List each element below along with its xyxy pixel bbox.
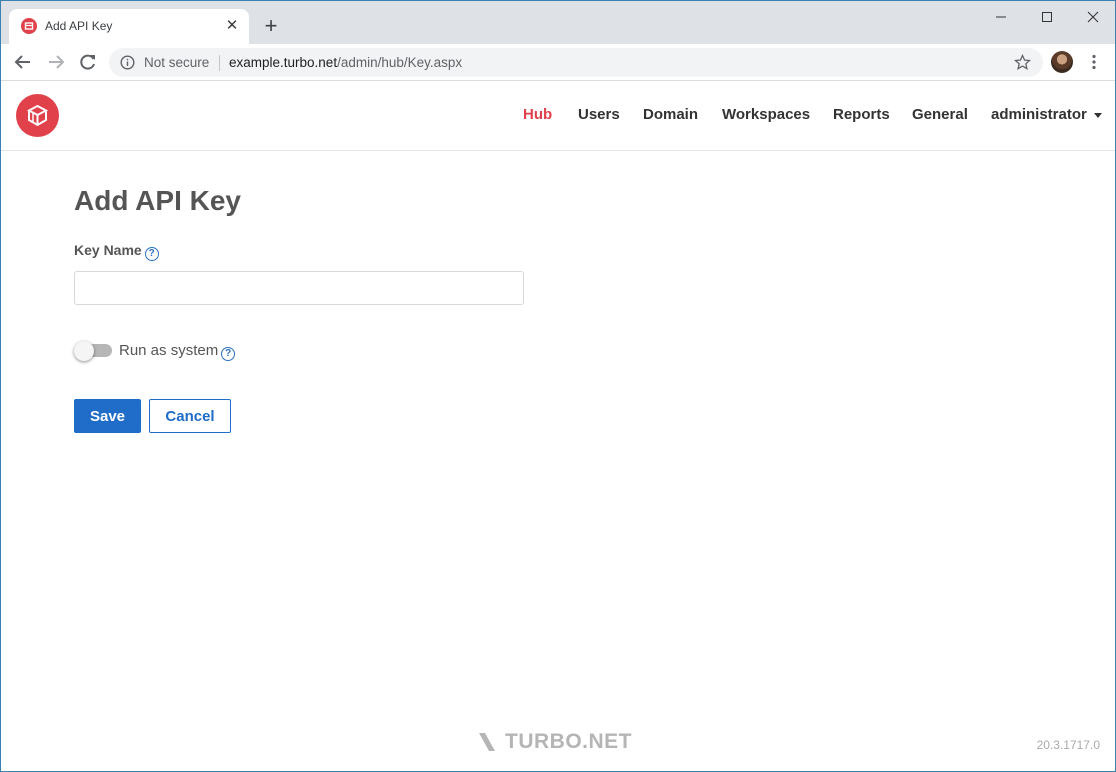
nav-domain[interactable]: Domain bbox=[643, 106, 698, 123]
help-icon[interactable]: ? bbox=[144, 247, 159, 261]
url-text[interactable]: example.turbo.net/admin/hub/Key.aspx bbox=[229, 55, 462, 70]
address-bar[interactable]: Not secure example.turbo.net/admin/hub/K… bbox=[109, 48, 1043, 77]
nav-hub[interactable]: Hub bbox=[523, 106, 552, 123]
help-icon[interactable]: ? bbox=[221, 347, 236, 361]
toggle-knob bbox=[74, 341, 94, 361]
browser-tab[interactable]: Add API Key ✕ bbox=[9, 9, 249, 44]
cancel-button[interactable]: Cancel bbox=[149, 399, 231, 433]
user-menu[interactable]: administrator bbox=[991, 106, 1102, 123]
version-label: 20.3.1717.0 bbox=[1036, 738, 1100, 752]
run-as-system-toggle[interactable] bbox=[74, 341, 112, 361]
browser-menu-icon[interactable] bbox=[1086, 53, 1102, 71]
forward-arrow-icon[interactable] bbox=[45, 51, 67, 73]
omnibox-divider bbox=[219, 55, 220, 71]
page-title: Add API Key bbox=[74, 185, 241, 216]
turbo-favicon-icon bbox=[21, 18, 37, 34]
key-name-label: Key Name? bbox=[74, 242, 159, 261]
app-header: Hub Users Domain Workspaces Reports Gene… bbox=[1, 81, 1115, 151]
user-menu-label: administrator bbox=[991, 106, 1087, 123]
profile-avatar[interactable] bbox=[1051, 51, 1073, 73]
new-tab-icon[interactable]: + bbox=[259, 14, 283, 38]
key-name-label-text: Key Name bbox=[74, 242, 142, 258]
url-path: /admin/hub/Key.aspx bbox=[337, 55, 463, 70]
reload-icon[interactable] bbox=[77, 51, 99, 73]
browser-toolbar: Not secure example.turbo.net/admin/hub/K… bbox=[1, 44, 1115, 81]
nav-reports[interactable]: Reports bbox=[833, 106, 890, 123]
maximize-icon[interactable] bbox=[1037, 7, 1057, 27]
run-as-system-label-text: Run as system bbox=[119, 342, 219, 359]
back-arrow-icon[interactable] bbox=[12, 51, 34, 73]
tab-strip: Add API Key ✕ + bbox=[1, 1, 1115, 44]
minimize-icon[interactable] bbox=[991, 7, 1011, 27]
caret-down-icon bbox=[1093, 112, 1102, 118]
run-as-system-label: Run as system? bbox=[119, 342, 236, 361]
cube-icon bbox=[26, 104, 49, 127]
nav-workspaces[interactable]: Workspaces bbox=[722, 106, 810, 123]
nav-general[interactable]: General bbox=[912, 106, 968, 123]
url-host: example.turbo.net bbox=[229, 55, 338, 70]
info-icon[interactable] bbox=[120, 55, 135, 70]
turbo-logo[interactable] bbox=[16, 94, 59, 137]
browser-window: Add API Key ✕ + Not secure example.turbo… bbox=[0, 0, 1116, 772]
turbo-mark-icon bbox=[479, 733, 495, 751]
bookmark-star-icon[interactable] bbox=[1014, 54, 1031, 71]
nav-users[interactable]: Users bbox=[578, 106, 620, 123]
close-window-icon[interactable] bbox=[1083, 7, 1103, 27]
save-button[interactable]: Save bbox=[74, 399, 141, 433]
tab-title: Add API Key bbox=[45, 19, 113, 33]
key-name-input[interactable] bbox=[74, 271, 524, 305]
footer-brand: TURBO.NET bbox=[505, 730, 632, 753]
close-tab-icon[interactable]: ✕ bbox=[223, 17, 241, 35]
security-label: Not secure bbox=[144, 55, 210, 70]
